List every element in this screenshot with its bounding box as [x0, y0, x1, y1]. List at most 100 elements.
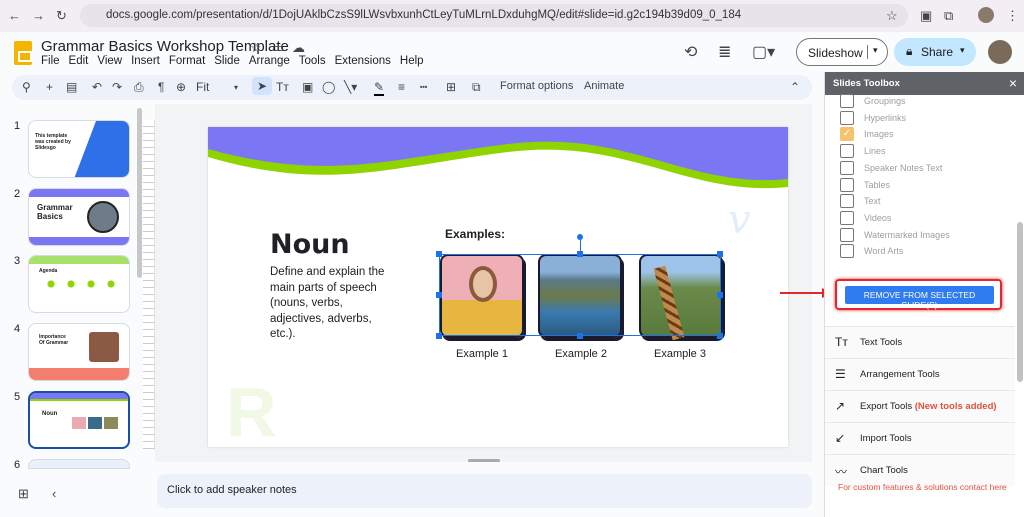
cloud-icon[interactable]: ☁	[292, 40, 305, 56]
resize-handle[interactable]	[436, 292, 442, 298]
menu-arrange[interactable]: Arrange	[249, 55, 290, 67]
reload-icon[interactable]: ↻	[56, 8, 67, 24]
menu-tools[interactable]: Tools	[299, 55, 326, 67]
rotate-handle[interactable]	[577, 234, 583, 240]
checkbox-images[interactable]: ✓	[840, 127, 854, 141]
history-icon[interactable]: ⟲	[684, 42, 697, 62]
redo-icon[interactable]: ↷	[112, 80, 122, 94]
layout-icon[interactable]: ▤	[66, 80, 77, 94]
example-caption[interactable]: Example 2	[539, 348, 623, 360]
format-options-button[interactable]: Format options	[500, 80, 573, 92]
folder-icon[interactable]: ▭	[272, 40, 284, 56]
checkbox-speaker-notes-text[interactable]	[840, 161, 854, 175]
collapse-toolbar-icon[interactable]: ⌃	[790, 80, 800, 94]
tool-section-3[interactable]: ↙Import Tools	[825, 422, 1015, 454]
meet-icon[interactable]: ▢▾	[752, 42, 775, 62]
checkbox-tables[interactable]	[840, 178, 854, 192]
checkbox-lines[interactable]	[840, 144, 854, 158]
checkbox-text[interactable]	[840, 194, 854, 208]
slide-thumbnail-5[interactable]: Noun	[28, 391, 130, 449]
animate-button[interactable]: Animate	[584, 80, 624, 92]
tool-section-2[interactable]: ↗Export Tools (New tools added)	[825, 390, 1015, 422]
comment-add-icon[interactable]: ⊞	[446, 80, 456, 94]
resize-handle[interactable]	[717, 333, 723, 339]
menu-edit[interactable]: Edit	[69, 55, 89, 67]
example-caption[interactable]: Example 1	[440, 348, 524, 360]
close-icon[interactable]: ×	[1009, 75, 1017, 91]
panel-scrollbar[interactable]	[1017, 102, 1023, 482]
paint-format-icon[interactable]: ¶	[158, 80, 164, 94]
star-icon[interactable]: ☆	[250, 40, 262, 56]
slide-heading[interactable]: Noun	[270, 229, 350, 260]
profile-avatar[interactable]	[978, 7, 994, 23]
grid-view-icon[interactable]: ⊞	[18, 486, 29, 502]
new-slide-icon[interactable]: +	[46, 80, 53, 94]
checkbox-hyperlinks[interactable]	[840, 111, 854, 125]
tool-section-1[interactable]: ☰Arrangement Tools	[825, 358, 1015, 390]
filmstrip-scrollbar[interactable]	[137, 108, 142, 278]
comments-icon[interactable]: ≣	[718, 42, 731, 62]
border-weight-icon[interactable]: ≡	[398, 80, 405, 94]
examples-label[interactable]: Examples:	[445, 227, 505, 241]
slides-logo-icon[interactable]	[14, 41, 32, 65]
menu-view[interactable]: View	[97, 55, 122, 67]
tool-section-0[interactable]: TтText Tools	[825, 326, 1015, 358]
slide-body[interactable]: Define and explain the main parts of spe…	[270, 265, 392, 343]
resize-handle[interactable]	[436, 251, 442, 257]
slide-thumbnail-6[interactable]	[28, 459, 130, 469]
checkbox-groupings[interactable]	[840, 94, 854, 108]
bookmark-star-icon[interactable]: ☆	[886, 8, 898, 24]
slideshow-button[interactable]: Slideshow ▾	[796, 38, 888, 66]
slide-thumbnail-4[interactable]: Importance Of Grammar	[28, 323, 130, 381]
menu-format[interactable]: Format	[169, 55, 205, 67]
shape-icon[interactable]: ◯	[322, 80, 335, 94]
share-button[interactable]: 🔒︎ Share ▾	[894, 38, 976, 66]
menu-file[interactable]: File	[41, 55, 60, 67]
resize-handle[interactable]	[436, 333, 442, 339]
back-icon[interactable]: ←	[8, 8, 21, 23]
line-icon[interactable]: ╲▾	[344, 80, 357, 94]
search-icon[interactable]: ⚲	[22, 80, 31, 94]
textbox-icon[interactable]: Tт	[276, 80, 289, 94]
menu-insert[interactable]: Insert	[131, 55, 160, 67]
checkbox-word-arts[interactable]	[840, 244, 854, 258]
menu-extensions[interactable]: Extensions	[335, 55, 391, 67]
resize-handle[interactable]	[717, 251, 723, 257]
extension-icon[interactable]: ▣	[920, 8, 932, 24]
menu-help[interactable]: Help	[400, 55, 424, 67]
checkbox-watermarked-images[interactable]	[840, 228, 854, 242]
zoom-select[interactable]: Fit	[196, 80, 209, 94]
undo-icon[interactable]: ↶	[92, 80, 102, 94]
speaker-notes[interactable]: Click to add speaker notes	[157, 474, 812, 508]
replace-image-icon[interactable]: ⧉	[472, 80, 481, 95]
checkbox-videos[interactable]	[840, 211, 854, 225]
border-dash-icon[interactable]: ┅	[420, 80, 427, 94]
contact-link[interactable]: For custom features & solutions contact …	[838, 482, 1007, 492]
example-caption[interactable]: Example 3	[638, 348, 722, 360]
slide-thumbnail-3[interactable]: Agenda	[28, 255, 130, 313]
image-icon[interactable]: ▣	[302, 80, 313, 94]
slide-thumbnail-1[interactable]: This template was created by Slidesgo	[28, 120, 130, 178]
remove-from-selected-slides-button[interactable]: REMOVE FROM SELECTED SLIDE(S)	[845, 286, 994, 304]
print-icon[interactable]: ⎙	[134, 80, 144, 95]
chevron-down-icon[interactable]: ▾	[867, 45, 878, 59]
border-color-icon[interactable]: ✎	[374, 80, 384, 96]
resize-handle[interactable]	[577, 333, 583, 339]
menu-slide[interactable]: Slide	[214, 55, 240, 67]
wave-banner	[208, 127, 788, 197]
collapse-filmstrip-icon[interactable]: ‹	[52, 486, 56, 501]
puzzle-icon[interactable]: ⧉	[944, 8, 953, 24]
chevron-down-icon[interactable]: ▾	[960, 45, 965, 56]
resize-handle[interactable]	[577, 251, 583, 257]
selection-box[interactable]	[439, 254, 721, 336]
address-bar[interactable]: docs.google.com/presentation/d/1DojUAklb…	[80, 4, 908, 27]
slide-thumbnail-2[interactable]: Grammar Basics	[28, 188, 130, 246]
resize-handle[interactable]	[717, 292, 723, 298]
forward-icon[interactable]: →	[32, 8, 45, 23]
select-tool-icon[interactable]: ➤	[252, 77, 272, 95]
user-avatar[interactable]	[988, 40, 1012, 64]
more-icon[interactable]: ⋮	[1006, 8, 1019, 24]
chevron-down-icon[interactable]: ▾	[234, 83, 238, 92]
notes-resize-handle[interactable]	[468, 459, 500, 462]
zoom-icon[interactable]: ⊕	[176, 80, 186, 94]
